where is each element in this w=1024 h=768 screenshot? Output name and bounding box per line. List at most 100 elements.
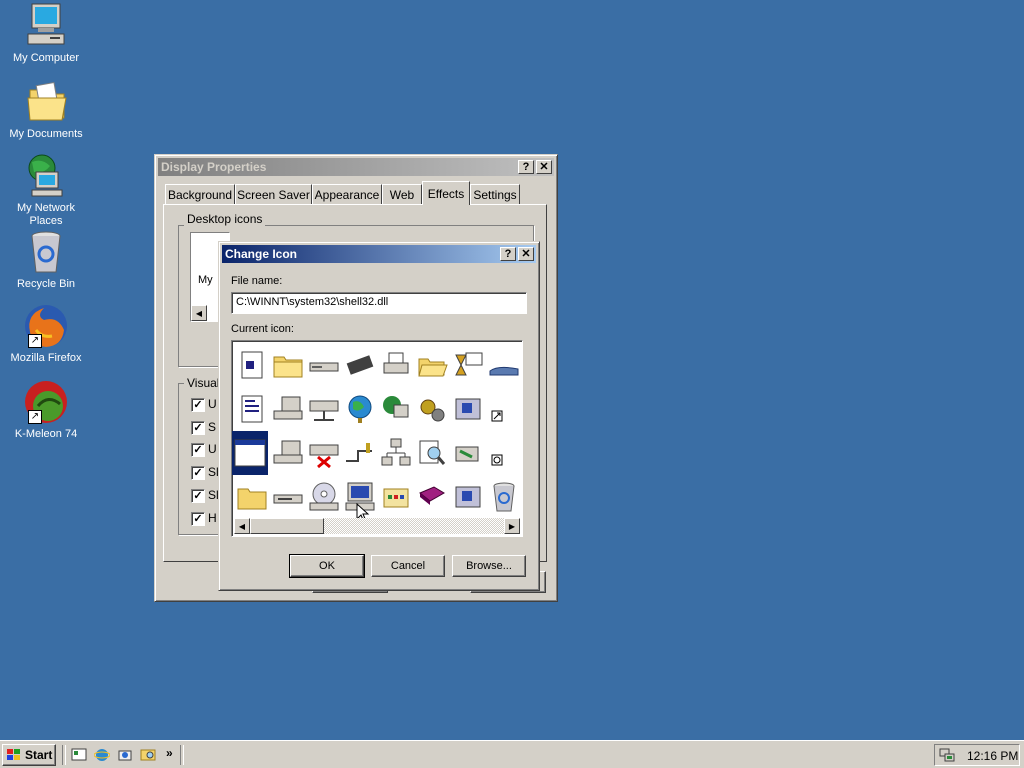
tab-screen-saver[interactable]: Screen Saver bbox=[235, 184, 312, 204]
desktop-icon-label: Mozilla Firefox bbox=[10, 352, 82, 364]
browse-button[interactable]: Browse... bbox=[452, 555, 526, 577]
scroll-left-button[interactable]: ◀ bbox=[234, 518, 250, 534]
file-name-value: C:\WINNT\system32\shell32.dll bbox=[236, 296, 389, 308]
visual-checkbox-label: U bbox=[208, 442, 217, 456]
quicklaunch-outlook-icon[interactable] bbox=[117, 747, 133, 763]
cancel-button[interactable]: Cancel bbox=[371, 555, 445, 577]
icon-cell[interactable] bbox=[342, 387, 378, 431]
shortcut-arrow-icon bbox=[488, 393, 520, 425]
memory-chip-icon bbox=[344, 349, 376, 381]
icon-cell[interactable] bbox=[414, 343, 450, 387]
document-icon bbox=[236, 349, 268, 381]
hourglass-window-icon bbox=[452, 349, 484, 381]
computer-network-icon bbox=[272, 437, 304, 469]
icon-cell[interactable] bbox=[270, 343, 306, 387]
icon-cell[interactable] bbox=[234, 475, 270, 519]
taskbar-separator bbox=[180, 745, 184, 765]
clock[interactable]: 12:16 PM bbox=[967, 749, 1018, 763]
network-tray-icon[interactable] bbox=[939, 747, 955, 763]
my-computer-icon bbox=[22, 2, 70, 50]
icon-cell[interactable] bbox=[342, 431, 378, 475]
window-app-icon bbox=[452, 393, 484, 425]
tab-appearance[interactable]: Appearance bbox=[312, 184, 382, 204]
desktop-icons-group-label: Desktop icons bbox=[184, 212, 266, 226]
icon-cell[interactable] bbox=[378, 431, 414, 475]
quicklaunch-chevron[interactable]: » bbox=[166, 746, 173, 760]
desktop-icon-my-computer[interactable]: My Computer bbox=[0, 2, 92, 65]
tab-background[interactable]: Background bbox=[165, 184, 235, 204]
floppy-drive-icon bbox=[272, 481, 304, 513]
desktop-icon-recycle-bin[interactable]: Recycle Bin bbox=[0, 228, 92, 291]
desktop-icon-label: My Documents bbox=[9, 128, 83, 140]
ok-button[interactable]: OK bbox=[289, 554, 365, 578]
scroll-thumb[interactable] bbox=[250, 518, 324, 534]
network-places-icon bbox=[22, 152, 70, 200]
tab-web[interactable]: Web bbox=[382, 184, 422, 204]
start-button[interactable]: Start bbox=[2, 744, 56, 766]
desktop-icon-my-documents[interactable]: My Documents bbox=[0, 78, 92, 141]
visual-checkbox-5[interactable]: ✓ bbox=[191, 489, 205, 503]
icon-cell[interactable] bbox=[450, 431, 486, 475]
icon-cell[interactable] bbox=[414, 387, 450, 431]
recycle-bin-icon bbox=[488, 481, 520, 513]
icon-cell[interactable] bbox=[378, 387, 414, 431]
icon-cell[interactable] bbox=[234, 387, 270, 431]
icon-cell[interactable] bbox=[450, 343, 486, 387]
find-document-icon bbox=[416, 437, 448, 469]
icon-cell[interactable] bbox=[306, 343, 342, 387]
icon-cell[interactable] bbox=[306, 475, 342, 519]
icon-cell[interactable] bbox=[450, 387, 486, 431]
icon-list[interactable]: ◀ ▶ bbox=[231, 340, 523, 537]
change-icon-titlebar[interactable]: Change Icon ? ✕ bbox=[222, 245, 536, 263]
quicklaunch-desktop-icon[interactable] bbox=[71, 747, 87, 763]
icon-cell[interactable] bbox=[270, 431, 306, 475]
network-drive-icon bbox=[308, 393, 340, 425]
icon-cell[interactable] bbox=[270, 475, 306, 519]
help-button[interactable]: ? bbox=[518, 160, 534, 174]
icon-cell[interactable] bbox=[270, 387, 306, 431]
help-button[interactable]: ? bbox=[500, 247, 516, 261]
list-scroll-left-button[interactable]: ◀ bbox=[191, 305, 207, 321]
icon-cell[interactable] bbox=[342, 343, 378, 387]
icon-cell[interactable] bbox=[378, 343, 414, 387]
icon-cell[interactable] bbox=[306, 387, 342, 431]
tab-effects[interactable]: Effects bbox=[422, 181, 470, 205]
icon-cell[interactable] bbox=[414, 475, 450, 519]
desktop-icon-firefox[interactable]: ↗ Mozilla Firefox bbox=[0, 302, 92, 365]
visual-checkbox-6[interactable]: ✓ bbox=[191, 512, 205, 526]
visual-checkbox-label: H bbox=[208, 511, 217, 525]
display-properties-titlebar[interactable]: Display Properties ? ✕ bbox=[158, 158, 554, 176]
desktop-icon-network-places[interactable]: My Network Places bbox=[0, 152, 92, 228]
tab-settings[interactable]: Settings bbox=[470, 184, 520, 204]
icon-cell[interactable] bbox=[414, 431, 450, 475]
recycle-bin-icon bbox=[22, 228, 70, 276]
quicklaunch-explorer-icon[interactable] bbox=[140, 747, 156, 763]
visual-checkbox-label: S bbox=[208, 420, 217, 434]
desktop-icon-label: K-Meleon 74 bbox=[14, 428, 78, 440]
icon-cell[interactable] bbox=[234, 343, 270, 387]
icon-cell[interactable] bbox=[486, 343, 522, 387]
visual-checkbox-4[interactable]: ✓ bbox=[191, 466, 205, 480]
visual-checkbox-2[interactable]: ✓ bbox=[191, 421, 205, 435]
icon-cell[interactable] bbox=[486, 475, 522, 519]
network-cable-icon bbox=[344, 437, 376, 469]
icon-cell[interactable] bbox=[486, 431, 522, 475]
icon-cell[interactable] bbox=[306, 431, 342, 475]
quicklaunch-ie-icon[interactable] bbox=[93, 747, 111, 763]
close-button[interactable]: ✕ bbox=[536, 160, 552, 174]
visual-checkbox-1[interactable]: ✓ bbox=[191, 398, 205, 412]
globe-icon bbox=[344, 393, 376, 425]
close-button[interactable]: ✕ bbox=[518, 247, 534, 261]
taskbar-separator bbox=[62, 745, 66, 765]
icon-cell[interactable] bbox=[450, 475, 486, 519]
scroll-right-button[interactable]: ▶ bbox=[504, 518, 520, 534]
icon-cell[interactable] bbox=[486, 387, 522, 431]
visual-checkbox-3[interactable]: ✓ bbox=[191, 443, 205, 457]
icon-cell[interactable] bbox=[378, 475, 414, 519]
desktop-icon-k-meleon[interactable]: ↗ K-Meleon 74 bbox=[0, 378, 92, 441]
change-icon-dialog: Change Icon ? ✕ File name: C:\WINNT\syst… bbox=[218, 241, 540, 591]
icon-list-scrollbar[interactable]: ◀ ▶ bbox=[234, 518, 520, 534]
windows-logo-icon bbox=[6, 748, 22, 762]
icon-cell-selected[interactable] bbox=[232, 431, 268, 475]
file-name-input[interactable]: C:\WINNT\system32\shell32.dll bbox=[231, 292, 527, 314]
